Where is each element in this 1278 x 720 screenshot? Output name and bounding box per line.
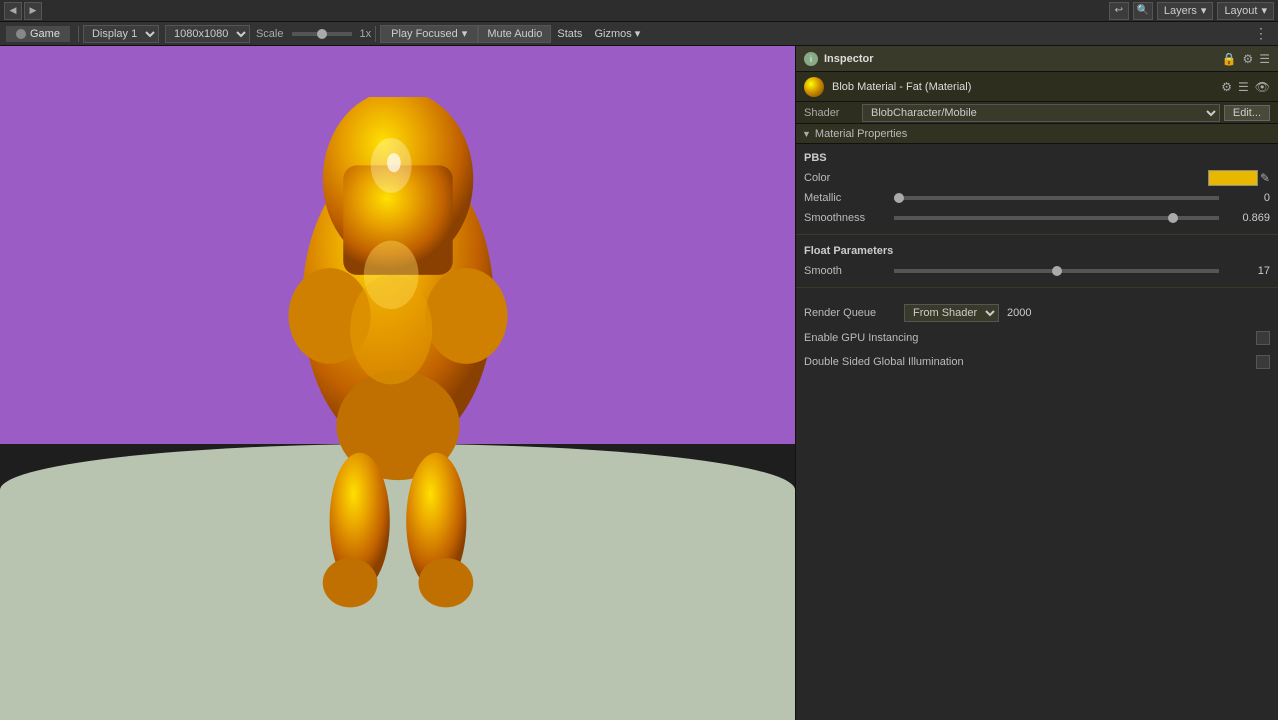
- back-button[interactable]: ◀: [4, 2, 22, 20]
- render-queue-value: 2000: [1007, 307, 1031, 319]
- resolution-select[interactable]: 1080x1080: [165, 25, 250, 43]
- material-properties-title: Material Properties: [815, 128, 907, 140]
- layout-chevron-icon: ▾: [1261, 4, 1267, 17]
- main-area: i Inspector 🔒 ⚙ ☰ Blob Material - Fat (M…: [0, 46, 1278, 720]
- game-tab-label: Game: [30, 28, 60, 40]
- layout-label: Layout: [1224, 5, 1257, 17]
- metallic-value: 0: [1225, 192, 1270, 204]
- undo-icon[interactable]: ↩: [1109, 2, 1129, 20]
- material-header-icons: ⚙ ☰ 👁: [1221, 80, 1270, 94]
- separator2: [375, 26, 376, 42]
- play-focused-button[interactable]: Play Focused ▾: [380, 25, 478, 43]
- metallic-slider[interactable]: [894, 196, 1219, 200]
- section-divider2: [796, 287, 1278, 288]
- metallic-row: Metallic 0: [796, 188, 1278, 208]
- gpu-instancing-checkbox[interactable]: [1256, 331, 1270, 345]
- gpu-instancing-label: Enable GPU Instancing: [804, 332, 1256, 344]
- layers-chevron-icon: ▾: [1201, 4, 1207, 17]
- material-menu-icon[interactable]: ☰: [1238, 80, 1249, 94]
- layers-label: Layers: [1164, 5, 1197, 17]
- game-toolbar: Game Display 1 1080x1080 Scale 1x Play F…: [0, 22, 1278, 46]
- edit-shader-button[interactable]: Edit...: [1224, 105, 1270, 121]
- smooth-row: Smooth 17: [796, 261, 1278, 281]
- lock-icon[interactable]: 🔒: [1222, 52, 1237, 66]
- smooth-slider-container: 17: [894, 265, 1270, 277]
- color-swatch[interactable]: [1208, 170, 1258, 186]
- settings-icon[interactable]: ⚙: [1242, 52, 1253, 66]
- scale-label: Scale: [256, 28, 284, 40]
- double-sided-row: Double Sided Global Illumination: [796, 352, 1278, 372]
- float-params-title: Float Parameters: [796, 241, 1278, 261]
- resolution-control: 1080x1080: [165, 25, 250, 43]
- collapse-arrow-icon: ▼: [802, 129, 811, 139]
- shader-label: Shader: [804, 107, 854, 119]
- inspector-icon: i: [804, 52, 818, 66]
- blob-character: [258, 97, 538, 617]
- forward-button[interactable]: ▶: [24, 2, 42, 20]
- render-queue-row: Render Queue From Shader 2000: [796, 302, 1278, 324]
- game-canvas: [0, 46, 795, 720]
- eyedropper-button[interactable]: ✎: [1260, 171, 1270, 185]
- gizmos-button[interactable]: Gizmos ▾: [588, 26, 646, 41]
- display-select[interactable]: Display 1: [83, 25, 159, 43]
- double-sided-label: Double Sided Global Illumination: [804, 356, 1256, 368]
- material-preview-ball: [804, 77, 824, 97]
- shader-select[interactable]: BlobCharacter/Mobile: [862, 104, 1220, 122]
- smoothness-slider[interactable]: [894, 216, 1219, 220]
- color-label: Color: [804, 172, 894, 184]
- render-queue-select[interactable]: From Shader: [904, 304, 999, 322]
- game-tab[interactable]: Game: [6, 26, 70, 42]
- inspector-panel: i Inspector 🔒 ⚙ ☰ Blob Material - Fat (M…: [795, 46, 1278, 720]
- shader-row: Shader BlobCharacter/Mobile Edit...: [796, 102, 1278, 124]
- material-name: Blob Material - Fat (Material): [832, 81, 1221, 93]
- smoothness-label: Smoothness: [804, 212, 894, 224]
- smooth-label: Smooth: [804, 265, 894, 277]
- chevron-icon: ▾: [462, 27, 468, 40]
- scale-control: Scale 1x: [256, 28, 371, 40]
- material-properties-header: ▼ Material Properties: [796, 124, 1278, 144]
- search-icon[interactable]: 🔍: [1133, 2, 1153, 20]
- smooth-slider[interactable]: [894, 269, 1219, 273]
- game-tab-icon: [16, 29, 26, 39]
- layers-dropdown[interactable]: Layers ▾: [1157, 2, 1214, 20]
- layout-dropdown[interactable]: Layout ▾: [1217, 2, 1274, 20]
- smoothness-row: Smoothness 0.869: [796, 208, 1278, 228]
- double-sided-checkbox[interactable]: [1256, 355, 1270, 369]
- metallic-slider-container: 0: [894, 192, 1270, 204]
- material-header: Blob Material - Fat (Material) ⚙ ☰ 👁: [796, 72, 1278, 102]
- menu-icon[interactable]: ☰: [1259, 52, 1270, 66]
- smooth-value: 17: [1225, 265, 1270, 277]
- metallic-label: Metallic: [804, 192, 894, 204]
- material-eye-icon[interactable]: 👁: [1255, 80, 1270, 94]
- stats-button[interactable]: Stats: [551, 27, 588, 41]
- smoothness-value: 0.869: [1225, 212, 1270, 224]
- top-toolbar: ◀ ▶ ↩ 🔍 Layers ▾ Layout ▾: [0, 0, 1278, 22]
- mute-audio-button[interactable]: Mute Audio: [478, 25, 551, 43]
- gpu-instancing-row: Enable GPU Instancing: [796, 328, 1278, 348]
- gizmos-chevron-icon: ▾: [635, 28, 641, 40]
- scale-value: 1x: [360, 28, 372, 40]
- material-settings-icon[interactable]: ⚙: [1221, 80, 1232, 94]
- inspector-title: Inspector: [824, 53, 1222, 65]
- display-control: Display 1: [83, 25, 159, 43]
- inspector-header: i Inspector 🔒 ⚙ ☰: [796, 46, 1278, 72]
- render-queue-label: Render Queue: [804, 307, 904, 319]
- more-options-button[interactable]: ⋮: [1250, 25, 1272, 42]
- section-divider: [796, 234, 1278, 235]
- scale-slider[interactable]: [292, 32, 352, 36]
- color-row: Color ✎: [796, 168, 1278, 188]
- smoothness-slider-container: 0.869: [894, 212, 1270, 224]
- game-view: [0, 46, 795, 720]
- inspector-header-icons: 🔒 ⚙ ☰: [1222, 52, 1270, 66]
- pbs-section-title: PBS: [796, 144, 1278, 168]
- separator: [78, 26, 79, 42]
